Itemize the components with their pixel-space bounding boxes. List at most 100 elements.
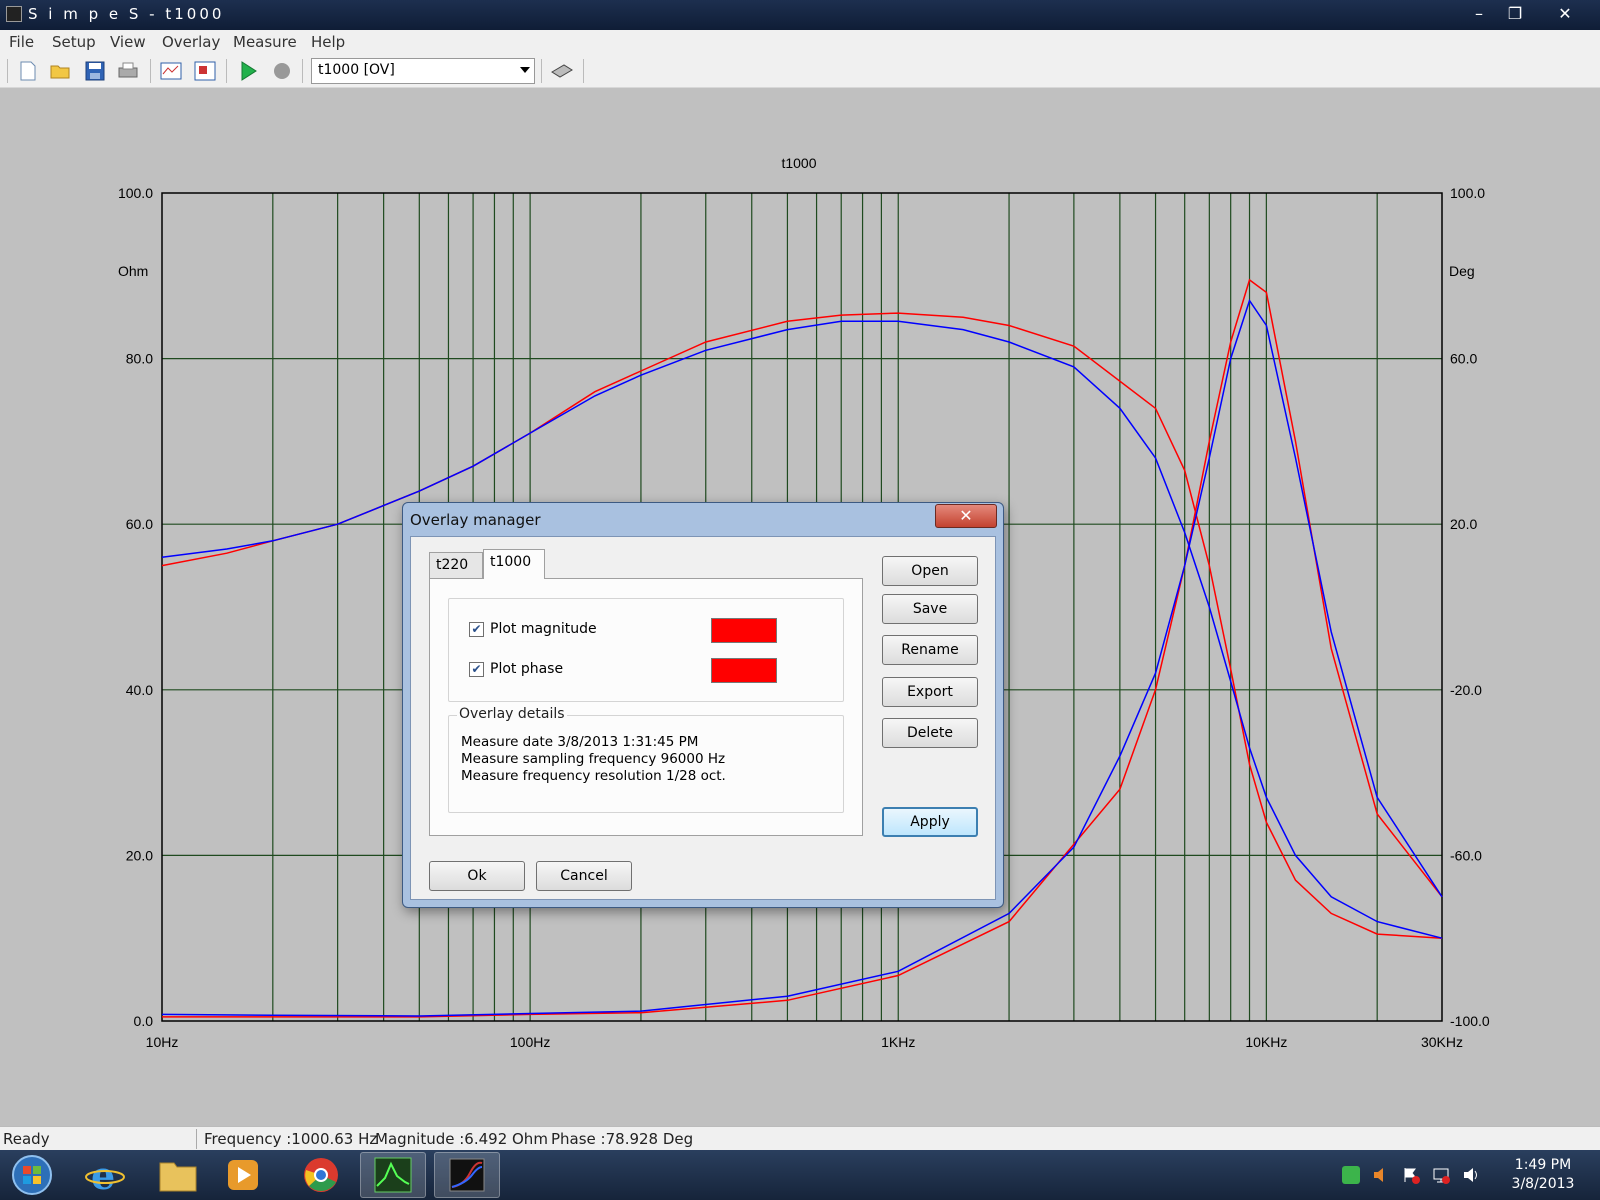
network-icon[interactable] [1432,1166,1450,1184]
calibrate-icon[interactable] [550,59,574,83]
stop-icon[interactable] [270,59,294,83]
y-right-tick-label: 20.0 [1450,516,1477,532]
y-right-tick-label: 60.0 [1450,351,1477,367]
detail-measure-date: Measure date 3/8/2013 1:31:45 PM [461,734,699,750]
open-icon[interactable] [49,59,73,83]
media-player-icon[interactable] [210,1152,276,1198]
volume-icon[interactable] [1462,1166,1480,1184]
status-magnitude: Magnitude :6.492 Ohm [375,1130,548,1148]
taskbar-clock[interactable]: 1:49 PM 3/8/2013 [1498,1156,1588,1194]
toolbar-separator [226,59,227,83]
export-button[interactable]: Export [882,677,978,707]
x-tick-label: 10Hz [146,1034,179,1050]
toolbar-separator [150,59,151,83]
dialog-close-button[interactable]: ✕ [935,504,997,528]
status-ready: Ready [3,1130,50,1148]
detail-frequency-resolution: Measure frequency resolution 1/28 oct. [461,768,726,784]
delete-button[interactable]: Delete [882,718,978,748]
chevron-down-icon[interactable] [520,67,530,73]
plot-magnitude-row[interactable]: ✔ Plot magnitude [469,619,597,639]
status-phase: Phase :78.928 Deg [551,1130,694,1148]
menu-file[interactable]: File [9,33,34,51]
minimize-button[interactable]: – [1462,2,1496,26]
close-button[interactable]: ✕ [1548,2,1582,26]
plot-options-group: ✔ Plot magnitude ✔ Plot phase [448,598,844,702]
cancel-button[interactable]: Cancel [536,861,632,891]
plot-magnitude-label: Plot magnitude [490,621,597,637]
overlay-select-value: t1000 [OV] [318,62,395,78]
simpes-icon[interactable] [434,1152,500,1198]
clock-time: 1:49 PM [1514,1157,1572,1173]
overlay-select[interactable]: t1000 [OV] [311,58,535,84]
tab-t220[interactable]: t220 [429,552,483,578]
status-bar: Ready Frequency :1000.63 Hz Magnitude :6… [0,1126,1600,1150]
overlay-details-group: Overlay details Measure date 3/8/2013 1:… [448,706,844,813]
x-tick-label: 100Hz [510,1034,550,1050]
tab-t1000[interactable]: t1000 [483,549,545,579]
title-bar: S i m p e S - t1000 – ❐ ✕ [0,0,1600,30]
magnitude-color-swatch[interactable] [711,618,777,643]
svg-text:e: e [91,1155,115,1195]
chart-icon[interactable] [159,59,183,83]
menu-overlay[interactable]: Overlay [162,33,220,51]
dialog-body: t220 t1000 ✔ Plot magnitude ✔ Plot phase… [410,536,996,900]
menu-view[interactable]: View [110,33,146,51]
new-icon[interactable] [16,59,40,83]
rename-button[interactable]: Rename [882,635,978,665]
toolbar: t1000 [OV] [0,54,1600,88]
y-left-tick-label: 60.0 [126,516,153,532]
taskbar: e 1:49 PM 3/8/2013 [0,1150,1600,1200]
x-tick-label: 30KHz [1421,1034,1463,1050]
y-left-tick-label: 20.0 [126,847,153,863]
action-center-icon[interactable] [1402,1166,1420,1184]
play-icon[interactable] [236,59,260,83]
y-right-tick-label: -100.0 [1450,1013,1490,1029]
status-divider [196,1129,197,1149]
toolbar-separator [302,59,303,83]
y-left-tick-label: 0.0 [134,1013,154,1029]
start-orb-icon[interactable] [0,1152,64,1198]
overlay-icon[interactable] [193,59,217,83]
y-left-tick-label: 80.0 [126,351,153,367]
sync-icon[interactable] [1342,1166,1360,1184]
apply-button[interactable]: Apply [882,807,978,837]
plot-phase-row[interactable]: ✔ Plot phase [469,659,563,679]
maximize-button[interactable]: ❐ [1498,2,1532,26]
menu-setup[interactable]: Setup [52,33,96,51]
overlay-details-title: Overlay details [457,706,567,722]
detail-sampling-frequency: Measure sampling frequency 96000 Hz [461,751,726,767]
x-tick-label: 1KHz [881,1034,915,1050]
internet-explorer-icon[interactable]: e [72,1152,138,1198]
save-icon[interactable] [83,59,107,83]
toolbar-separator [541,59,542,83]
dialog-title: Overlay manager [410,511,541,529]
ok-button[interactable]: Ok [429,861,525,891]
y-left-tick-label: 100.0 [118,185,153,201]
file-explorer-icon[interactable] [145,1152,211,1198]
save-button[interactable]: Save [882,594,978,624]
y-right-unit: Deg [1449,263,1475,279]
y-left-unit: Ohm [118,263,148,279]
speaker-warning-icon[interactable] [1372,1166,1390,1184]
open-button[interactable]: Open [882,556,978,586]
app-icon[interactable] [6,6,22,22]
print-icon[interactable] [116,59,140,83]
y-left-tick-label: 40.0 [126,682,153,698]
spectrum-app-icon[interactable] [360,1152,426,1198]
menu-measure[interactable]: Measure [233,33,297,51]
plot-phase-checkbox[interactable]: ✔ [469,661,484,677]
chart-title: t1000 [781,155,816,171]
toolbar-separator [583,59,584,83]
chrome-icon[interactable] [288,1152,354,1198]
menu-help[interactable]: Help [311,33,345,51]
toolbar-grip [7,59,8,83]
plot-magnitude-checkbox[interactable]: ✔ [469,621,484,637]
y-right-tick-label: -60.0 [1450,847,1482,863]
phase-color-swatch[interactable] [711,658,777,683]
clock-date: 3/8/2013 [1511,1176,1575,1192]
x-tick-label: 10KHz [1245,1034,1287,1050]
status-frequency: Frequency :1000.63 Hz [204,1130,378,1148]
tab-panel: ✔ Plot magnitude ✔ Plot phase Overlay de… [429,578,863,836]
overlay-manager-dialog: Overlay manager ✕ t220 t1000 ✔ Plot magn… [402,502,1004,908]
window-title: S i m p e S - t1000 [28,5,225,23]
